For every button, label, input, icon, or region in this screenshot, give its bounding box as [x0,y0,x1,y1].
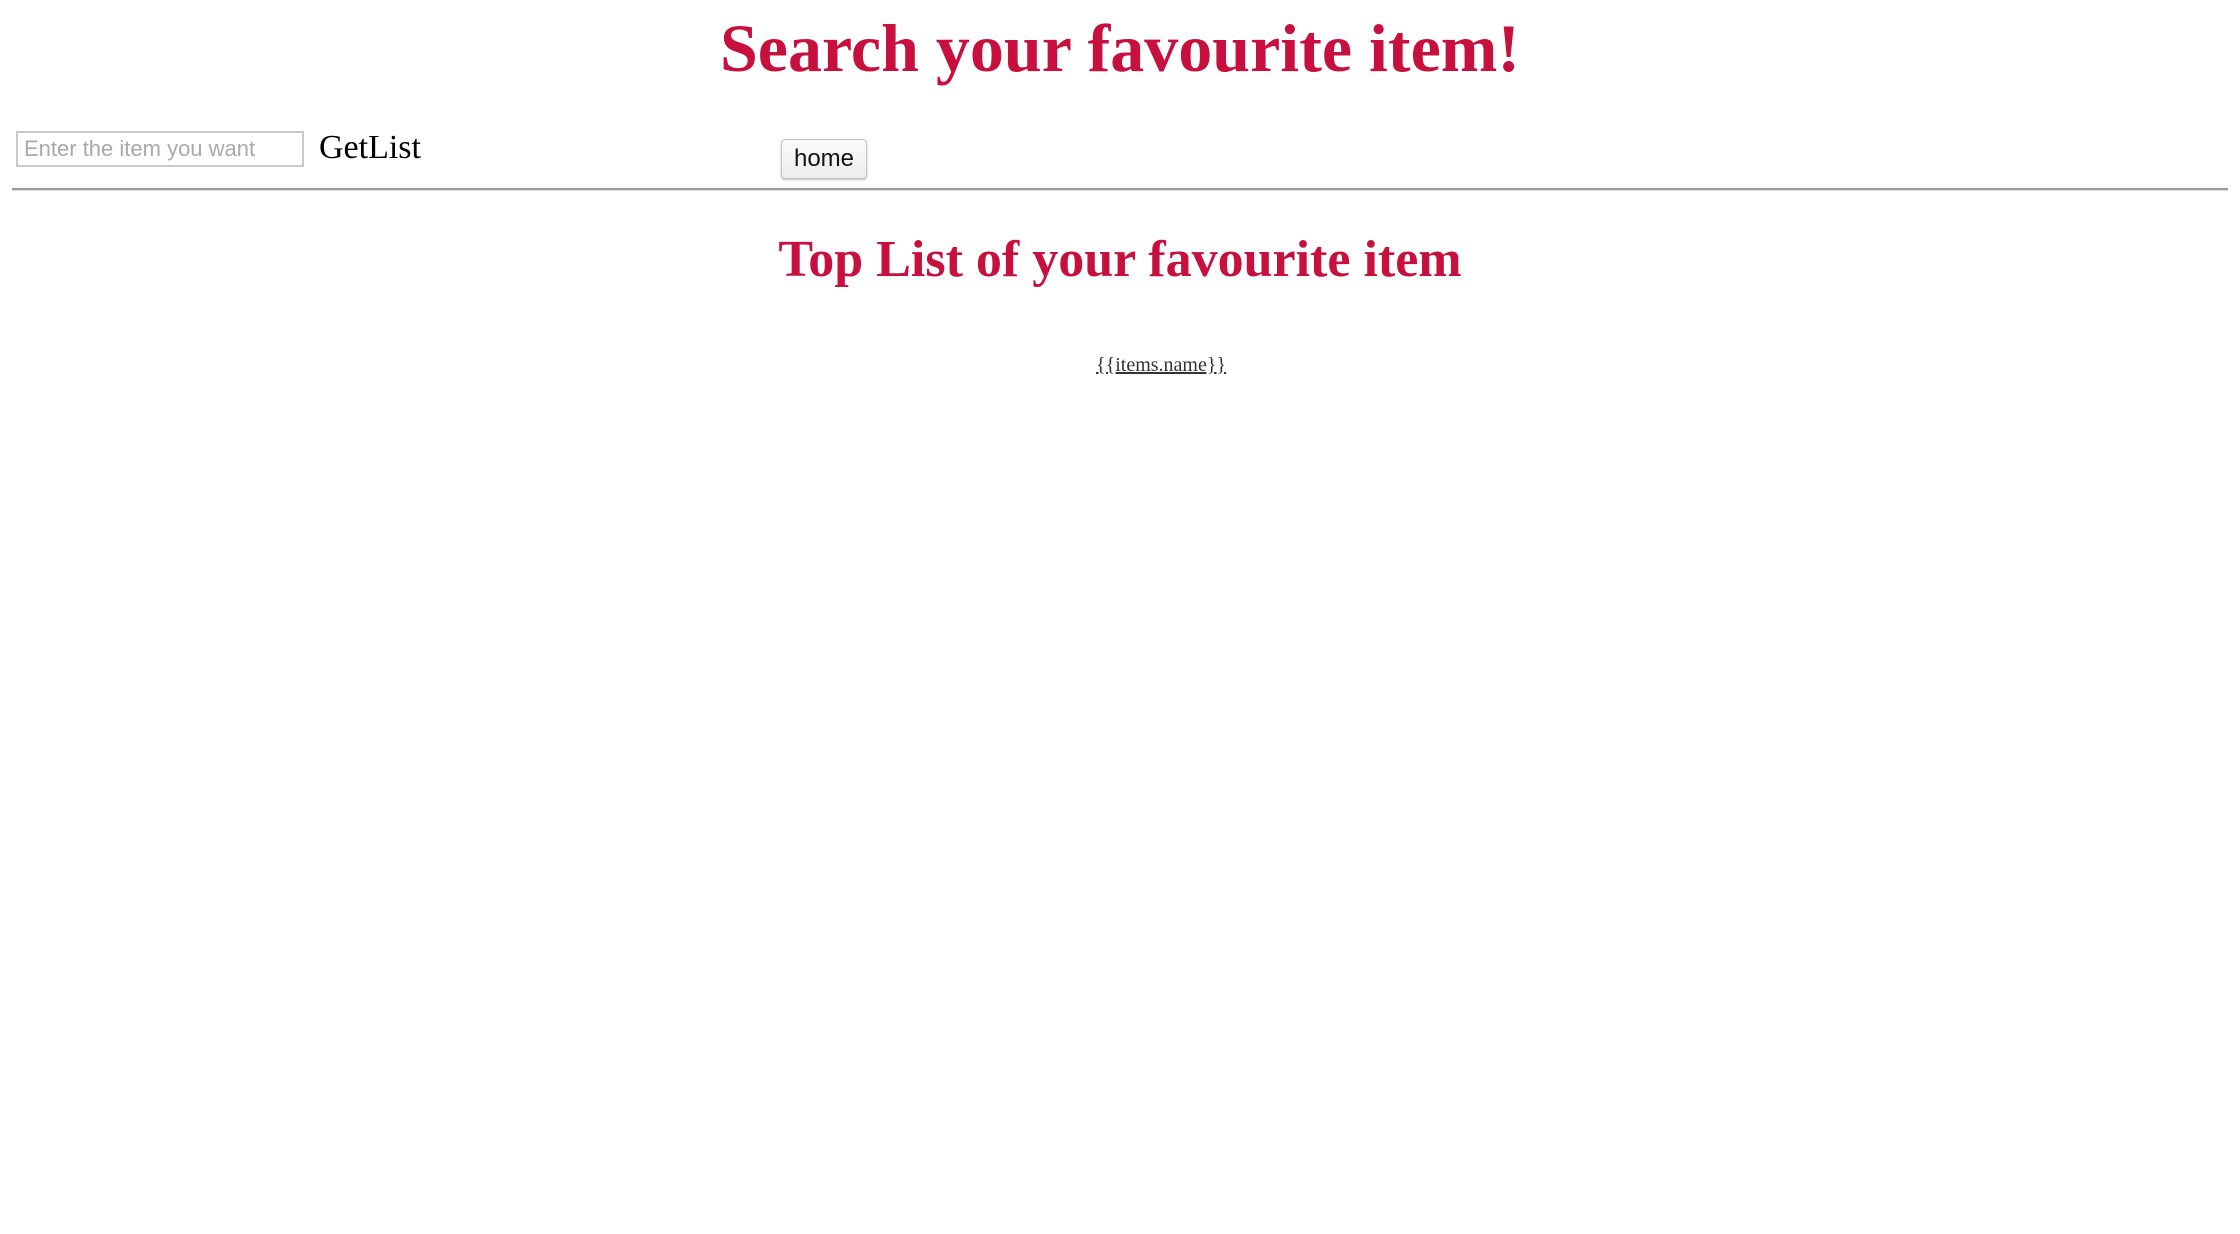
getlist-link[interactable]: GetList [319,126,421,170]
search-input[interactable] [16,131,304,167]
list-item-link[interactable]: {{items.name}} [1096,352,1226,378]
divider [12,188,2228,191]
list-title: Top List of your favourite item [778,231,1462,288]
home-button[interactable]: home [781,139,867,179]
page-title: Search your favourite item! [719,10,1521,86]
